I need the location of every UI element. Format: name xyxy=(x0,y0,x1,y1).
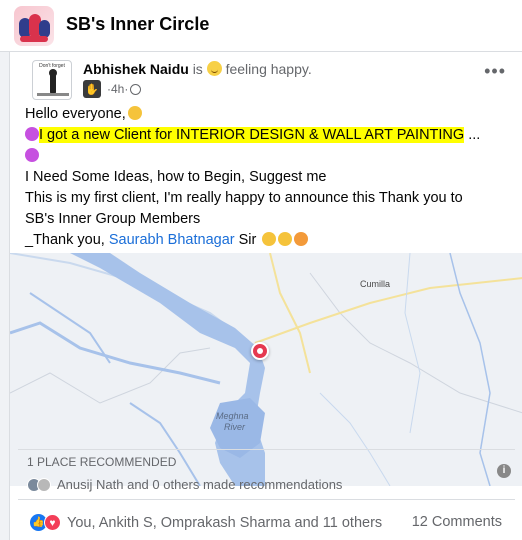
smile-emoji-icon-3 xyxy=(278,232,293,246)
love-reaction-icon: ♥ xyxy=(44,514,61,531)
status-prefix: is xyxy=(192,61,203,77)
star-eyes-emoji-icon xyxy=(25,127,39,141)
post-line-5: This is my first client, I'm really happ… xyxy=(25,190,463,206)
info-icon[interactable]: i xyxy=(497,464,511,478)
author-name[interactable]: Abhishek Naidu xyxy=(83,61,189,77)
post-card: Don't forget Abhishek Naidu is feeling h… xyxy=(9,52,522,540)
more-options-button[interactable]: ••• xyxy=(484,62,506,80)
mention-link[interactable]: Saurabh Bhatnagar xyxy=(109,232,235,248)
status-text: feeling happy. xyxy=(225,61,312,77)
divider-2 xyxy=(18,499,515,500)
post-line-4: I Need Some Ideas, how to Begin, Suggest… xyxy=(25,169,327,185)
city-label: Cumilla xyxy=(360,279,391,289)
reactions-summary[interactable]: 👍 ♥ You, Ankith S, Omprakash Sharma and … xyxy=(30,514,382,531)
comments-count[interactable]: 12 Comments xyxy=(412,514,502,530)
group-logo[interactable] xyxy=(14,6,54,46)
group-header: SB's Inner Circle xyxy=(0,0,522,52)
audience-icon[interactable] xyxy=(130,83,142,95)
post-meta: ✋ · 4h · xyxy=(83,80,142,98)
post-line-7-suffix: Sir xyxy=(234,232,261,248)
smile-emoji-icon-2 xyxy=(262,232,277,246)
star-eyes-emoji-icon-2 xyxy=(25,148,39,162)
recommendation-by[interactable]: Anusij Nath and 0 others made recommenda… xyxy=(27,477,342,492)
group-title[interactable]: SB's Inner Circle xyxy=(66,14,209,35)
recommendation-count: 1 PLACE RECOMMENDED xyxy=(27,455,177,469)
post-line-1: Hello everyone, xyxy=(25,106,126,122)
hand-badge-icon: ✋ xyxy=(83,80,101,98)
map-graphic xyxy=(10,253,522,486)
river-label-line2: River xyxy=(224,422,246,432)
reactions-text: You, Ankith S, Omprakash Sharma and 11 o… xyxy=(67,514,383,531)
post-time[interactable]: 4h xyxy=(111,82,124,96)
divider xyxy=(18,449,515,450)
post-line-7-prefix: _Thank you, xyxy=(25,232,109,248)
author-avatar[interactable]: Don't forget xyxy=(32,60,72,100)
happy-emoji-icon xyxy=(206,61,222,76)
separator-dot-2: · xyxy=(124,82,129,96)
post-body: Hello everyone, I got a new Client for I… xyxy=(25,104,515,251)
author-line: Abhishek Naidu is feeling happy. xyxy=(83,61,312,77)
post-line-6: SB's Inner Group Members xyxy=(25,211,201,227)
location-pin-icon[interactable] xyxy=(251,342,269,360)
recommendation-text: Anusij Nath and 0 others made recommenda… xyxy=(57,477,343,492)
love-face-emoji-icon xyxy=(294,232,309,246)
location-map[interactable]: Cumilla Meghna River i xyxy=(10,253,522,486)
post-line-2-highlighted: I got a new Client for INTERIOR DESIGN &… xyxy=(39,127,465,143)
river-label-line1: Meghna xyxy=(216,411,249,421)
smile-emoji-icon xyxy=(127,106,142,120)
post-line-2-suffix: ... xyxy=(464,127,481,143)
recommender-avatar-2 xyxy=(37,477,51,492)
